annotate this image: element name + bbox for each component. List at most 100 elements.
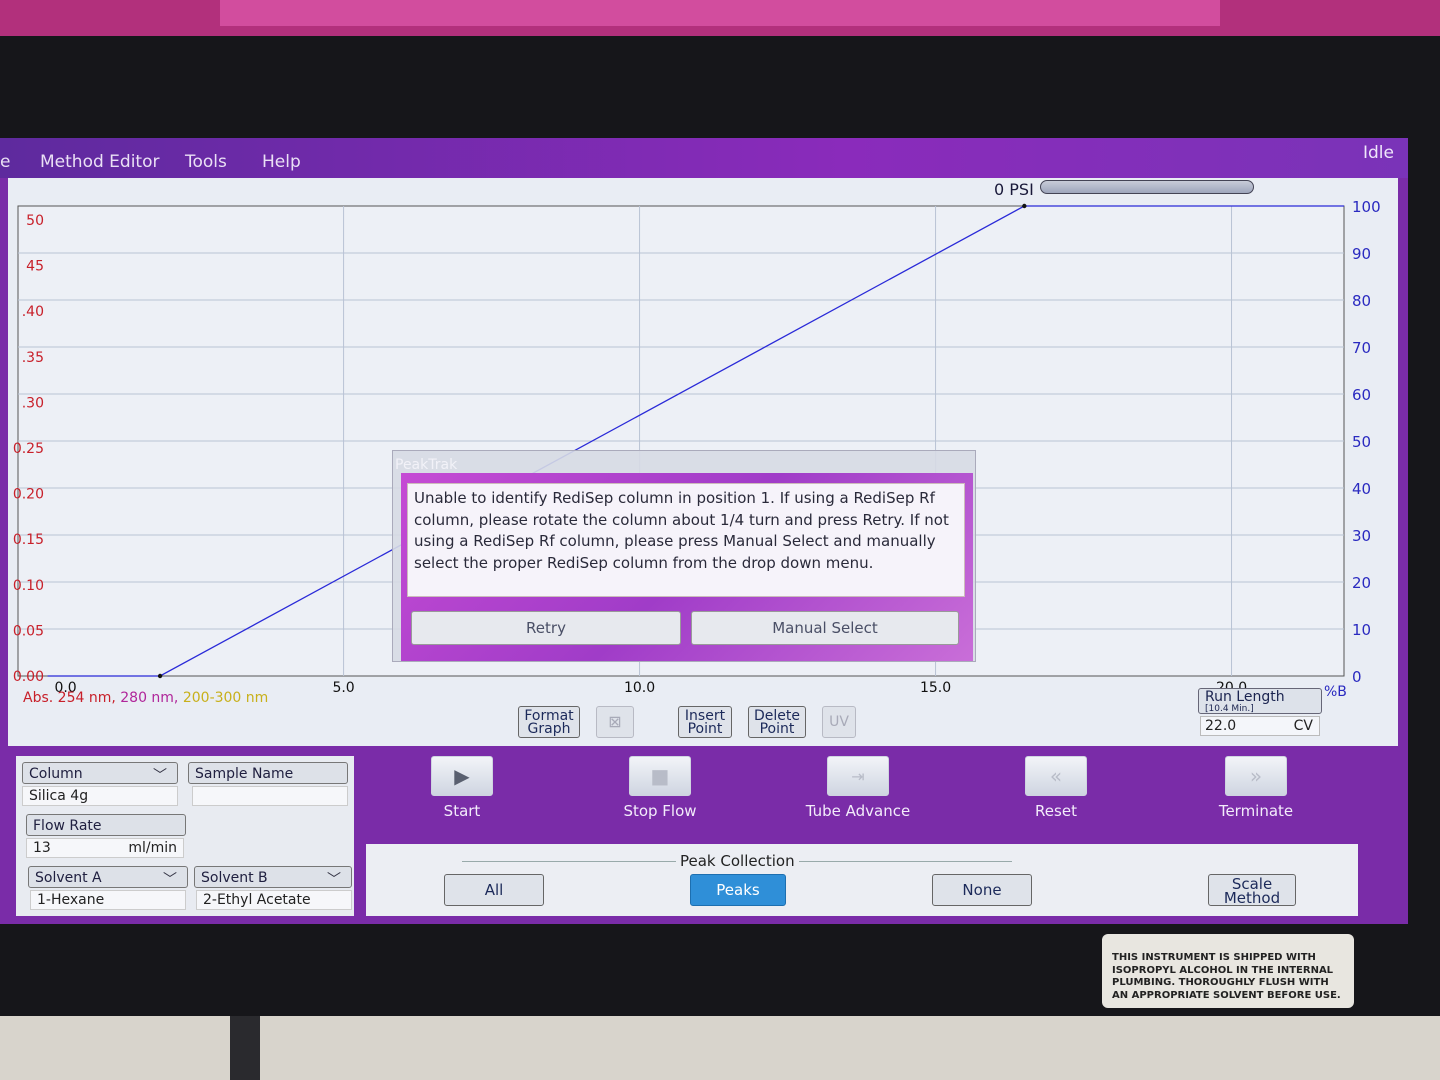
run-control-bar: ▶ Start ■ Stop Flow ⇥ Tube Advance « Res… xyxy=(356,748,1404,840)
left-axis-tick-label: .40 xyxy=(22,304,44,320)
menu-item-help[interactable]: Help xyxy=(262,152,301,172)
right-axis-tick-label: 100 xyxy=(1352,198,1381,216)
peaktrak-dialog: PeakTrak Unable to identify RediSep colu… xyxy=(392,450,976,662)
x-axis-tick-label: 5.0 xyxy=(332,680,354,696)
flow-rate-label: Flow Rate xyxy=(33,818,102,834)
run-length-field[interactable]: 22.0 CV xyxy=(1200,716,1320,736)
sample-name-label: Sample Name xyxy=(195,766,294,782)
sample-name-button[interactable]: Sample Name xyxy=(188,762,348,784)
flow-rate-unit: ml/min xyxy=(128,840,177,856)
gradient-point xyxy=(1022,203,1027,209)
menu-item-method-editor[interactable]: Method Editor xyxy=(40,152,159,172)
flow-rate-value: 13 xyxy=(33,840,51,856)
flow-rate-input[interactable]: 13 ml/min xyxy=(26,838,184,858)
reset-button[interactable]: « Reset xyxy=(996,756,1116,820)
play-icon: ▶ xyxy=(431,756,493,796)
peak-collection-panel: Peak Collection All Peaks None Scale Met… xyxy=(366,844,1358,916)
sticker-line-3: PLUMBING. THOROUGHLY FLUSH WITH xyxy=(1112,977,1329,988)
sticker-line-4: AN APPROPRIATE SOLVENT BEFORE USE. xyxy=(1112,989,1341,1001)
percent-b-unit: %B xyxy=(1324,684,1347,700)
terminate-label: Terminate xyxy=(1218,802,1294,820)
dialog-frame: Unable to identify RediSep column in pos… xyxy=(401,473,973,661)
left-axis-tick-label: 0.05 xyxy=(13,623,44,639)
warning-sticker: THIS INSTRUMENT IS SHIPPED WITH ISOPROPY… xyxy=(1102,934,1354,1008)
legend-280nm: 280 nm, xyxy=(120,690,179,706)
run-length-label: Run Length xyxy=(1205,689,1285,705)
chevron-down-icon: ﹀ xyxy=(163,872,177,888)
peak-peaks-button[interactable]: Peaks xyxy=(690,874,786,906)
right-axis-tick-label: 70 xyxy=(1352,339,1371,357)
tube-advance-label: Tube Advance xyxy=(805,802,911,820)
run-length-minutes: [10.4 Min.] xyxy=(1205,704,1254,714)
insert-point-button[interactable]: Insert Point xyxy=(678,706,732,738)
solvent-b-label: Solvent B xyxy=(201,870,268,886)
rewind-icon: « xyxy=(1025,756,1087,796)
format-graph-label-2: Graph xyxy=(527,721,571,737)
left-axis-tick-label: 0.15 xyxy=(13,532,44,548)
left-axis-tick-label: 0.10 xyxy=(13,578,44,594)
manual-select-button[interactable]: Manual Select xyxy=(691,611,959,645)
left-axis-tick-label: 45 xyxy=(26,259,44,275)
solvent-a-dropdown[interactable]: Solvent A ﹀ xyxy=(28,866,188,888)
sample-name-input[interactable] xyxy=(192,786,348,806)
stop-flow-button[interactable]: ■ Stop Flow xyxy=(600,756,720,820)
dialog-message: Unable to identify RediSep column in pos… xyxy=(407,483,965,597)
right-axis-tick-label: 80 xyxy=(1352,292,1371,310)
run-parameters-panel: Column ﹀ Silica 4g Sample Name Flow Rate… xyxy=(16,756,354,916)
right-axis-tick-label: 10 xyxy=(1352,621,1371,639)
menu-item-tools[interactable]: Tools xyxy=(185,152,227,172)
uv-button[interactable]: UV xyxy=(822,706,856,738)
solvent-b-dropdown[interactable]: Solvent B ﹀ xyxy=(194,866,352,888)
start-button[interactable]: ▶ Start xyxy=(402,756,522,820)
tube-advance-button[interactable]: ⇥ Tube Advance xyxy=(798,756,918,820)
left-axis-tick-label: 0.20 xyxy=(13,487,44,503)
fast-forward-icon: » xyxy=(1225,756,1287,796)
retry-button[interactable]: Retry xyxy=(411,611,681,645)
stop-flow-label: Stop Flow xyxy=(623,802,697,820)
left-axis-tick-label: 0.25 xyxy=(13,441,44,457)
column-value: Silica 4g xyxy=(22,786,178,806)
run-length-value: 22.0 xyxy=(1205,718,1237,734)
legend-200-300nm: 200-300 nm xyxy=(182,690,269,706)
stop-icon: ■ xyxy=(629,756,691,796)
left-axis-tick-label: .30 xyxy=(22,395,44,411)
peak-collection-title: Peak Collection xyxy=(676,852,799,870)
peak-all-button[interactable]: All xyxy=(444,874,544,906)
status-text: Idle xyxy=(1363,143,1394,163)
background-top xyxy=(0,0,1440,40)
solvent-b-value: 2-Ethyl Acetate xyxy=(196,890,352,910)
left-axis-tick-label: 50 xyxy=(26,213,44,229)
background-pink-object xyxy=(220,0,1220,26)
column-label: Column xyxy=(29,766,83,782)
gradient-point xyxy=(157,673,163,679)
right-axis-tick-label: 0 xyxy=(1352,668,1362,686)
sticker-line-1: THIS INSTRUMENT IS SHIPPED WITH xyxy=(1112,952,1316,963)
solvent-a-value: 1-Hexane xyxy=(30,890,186,910)
delete-point-label-2: Point xyxy=(759,721,795,737)
delete-point-button[interactable]: Delete Point xyxy=(748,706,806,738)
flow-rate-button[interactable]: Flow Rate xyxy=(26,814,186,836)
format-graph-button[interactable]: Format Graph xyxy=(518,706,580,738)
right-axis-tick-label: 50 xyxy=(1352,433,1371,451)
reset-label: Reset xyxy=(1035,802,1077,820)
right-axis-tick-label: 40 xyxy=(1352,480,1371,498)
chevron-down-icon: ﹀ xyxy=(327,872,341,888)
background-bottom xyxy=(0,1016,1440,1080)
scale-method-button[interactable]: Scale Method xyxy=(1208,874,1296,906)
x-axis-tick-label: 15.0 xyxy=(920,680,951,696)
terminate-button[interactable]: » Terminate xyxy=(1196,756,1316,820)
sticker-line-2: ISOPROPYL ALCOHOL IN THE INTERNAL xyxy=(1112,964,1334,976)
legend-254nm: Abs. 254 nm, xyxy=(23,690,116,706)
left-axis-tick-label: .35 xyxy=(22,350,44,366)
dialog-title: PeakTrak xyxy=(395,457,458,473)
x-axis-tick-label: 10.0 xyxy=(624,680,655,696)
run-length-button[interactable]: Run Length [10.4 Min.] xyxy=(1198,688,1322,714)
left-axis-tick-label: 0.00 xyxy=(13,669,44,685)
column-dropdown[interactable]: Column ﹀ xyxy=(22,762,178,784)
zoom-button[interactable]: ⊠ xyxy=(596,706,634,738)
right-axis-tick-label: 90 xyxy=(1352,245,1371,263)
scale-method-label-2: Method xyxy=(1223,889,1281,907)
solvent-a-label: Solvent A xyxy=(35,870,102,886)
peak-none-button[interactable]: None xyxy=(932,874,1032,906)
menu-item-file[interactable]: e xyxy=(0,152,10,172)
